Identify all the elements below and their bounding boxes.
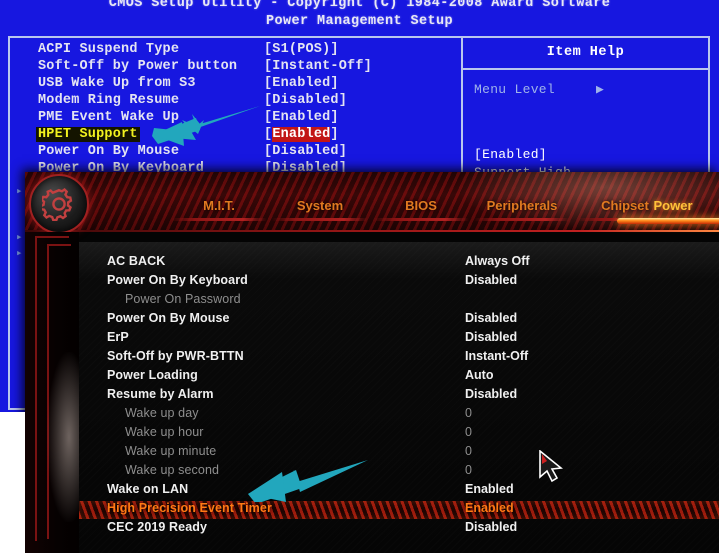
legacy-row-label: PME Event Wake Up [38,110,180,125]
tab-label: System [296,198,344,213]
tab-underline [272,218,368,221]
tab-label: BIOS [405,198,437,213]
page-background-gap [0,412,25,553]
setting-row-power-on-by-keyboard[interactable]: Power On By Keyboard Disabled [79,273,719,291]
setting-row-ac-back[interactable]: AC BACK Always Off [79,254,719,272]
setting-label: Resume by Alarm [107,387,214,401]
legacy-row-label: Soft-Off by Power button [38,59,238,74]
uefi-bios-window: M.I.T. System BIOS Peripherals Chipset P… [25,172,719,553]
chevron-right-icon: ▶ [596,82,605,97]
setting-value: Enabled [465,501,514,515]
mouse-pointer-icon [539,450,563,483]
legacy-row-value: [Enabled] [264,76,339,91]
setting-value: Instant-Off [465,349,529,363]
tab-system[interactable]: System [272,198,368,224]
setting-value: 0 [465,406,472,420]
setting-value: Disabled [465,311,518,325]
legacy-row-label: HPET Support [36,127,140,142]
setting-label: CEC 2019 Ready [107,520,208,534]
legacy-row-value: [Enabled] [264,110,339,125]
setting-label: Wake up second [125,463,220,477]
setting-row-wake-up-second[interactable]: Wake up second 0 [79,463,719,481]
uefi-settings-panel: AC BACK Always Off Power On By Keyboard … [79,242,719,553]
legacy-row-label: Modem Ring Resume [38,93,180,108]
tab-power[interactable]: Power [617,198,719,224]
setting-label: Wake up minute [125,444,217,458]
tab-label: Power [653,198,693,213]
setting-value: 0 [465,425,472,439]
legacy-row-label: USB Wake Up from S3 [38,76,196,91]
tab-peripherals[interactable]: Peripherals [474,198,570,224]
setting-row-soft-off-by-pwr-bttn[interactable]: Soft-Off by PWR-BTTN Instant-Off [79,349,719,367]
setting-value: 0 [465,444,472,458]
setting-row-erp[interactable]: ErP Disabled [79,330,719,348]
tab-underline [474,218,570,221]
setting-value: Disabled [465,273,518,287]
chevron-right-icon: ▸ [16,248,23,260]
screenshot-root: CMOS Setup Utility - Copyright (C) 1984-… [0,0,719,553]
setting-row-high-precision-event-timer[interactable]: High Precision Event Timer Enabled [79,501,719,519]
legacy-bios-menu-level-label: Menu Level [474,82,556,97]
setting-label: Wake on LAN [107,482,189,496]
legacy-row-label: ACPI Suspend Type [38,42,180,57]
uefi-left-rail [25,232,91,553]
setting-row-wake-on-lan[interactable]: Wake on LAN Enabled [79,482,719,500]
legacy-row-value: [Instant-Off] [264,59,372,74]
setting-value: Disabled [465,330,518,344]
legacy-row-value: [Disabled] [264,93,348,108]
setting-label: Power On By Keyboard [107,273,248,287]
tab-underline [373,218,469,221]
setting-label: AC BACK [107,254,166,268]
legacy-bios-title-line2: Power Management Setup [265,14,454,29]
setting-value: Disabled [465,387,518,401]
tab-label: M.I.T. [203,198,235,213]
setting-value: Auto [465,368,494,382]
setting-row-wake-up-minute[interactable]: Wake up minute 0 [79,444,719,462]
setting-row-power-loading[interactable]: Power Loading Auto [79,368,719,386]
setting-label: Soft-Off by PWR-BTTN [107,349,244,363]
setting-value: Disabled [465,520,518,534]
chevron-right-icon: ▸ [16,232,23,244]
setting-value: 0 [465,463,472,477]
setting-label: Power Loading [107,368,198,382]
tab-underline [617,218,719,224]
legacy-row-label: Power On By Mouse [38,144,180,159]
setting-row-power-on-password[interactable]: Power On Password [79,292,719,310]
legacy-row-value-text: Enabled [272,127,331,142]
legacy-row-value: [S1(POS)] [264,42,339,57]
legacy-bios-help-value: [Enabled] [474,147,547,162]
legacy-row-value: [Disabled] [264,144,348,159]
chevron-right-icon: ▸ [16,186,23,198]
uefi-top-bar-rule [25,230,719,232]
gear-icon-glyph [42,187,73,221]
setting-value: Enabled [465,482,514,496]
legacy-row-value: [Enabled] [264,127,339,142]
gear-icon[interactable] [29,174,89,234]
setting-label: Wake up day [125,406,199,420]
setting-label: Wake up hour [125,425,204,439]
setting-row-cec-2019-ready[interactable]: CEC 2019 Ready Disabled [79,520,719,538]
rail-line [47,244,49,539]
setting-label: Power On By Mouse [107,311,230,325]
setting-row-wake-up-hour[interactable]: Wake up hour 0 [79,425,719,443]
setting-label: Power On Password [125,292,241,306]
rail-line [47,244,71,246]
tab-label: Peripherals [486,198,558,213]
legacy-bios-title-line1: CMOS Setup Utility - Copyright (C) 1984-… [108,0,611,11]
setting-row-power-on-by-mouse[interactable]: Power On By Mouse Disabled [79,311,719,329]
setting-row-resume-by-alarm[interactable]: Resume by Alarm Disabled [79,387,719,405]
setting-label: High Precision Event Timer [107,501,272,515]
legacy-bios-item-help-rule [463,68,708,70]
setting-row-wake-up-day[interactable]: Wake up day 0 [79,406,719,424]
legacy-bios-item-help-header: Item Help [546,45,625,60]
tab-underline [171,218,267,221]
rail-line [35,236,69,238]
tab-bios[interactable]: BIOS [373,198,469,224]
setting-value: Always Off [465,254,530,268]
rail-line [35,236,37,541]
tab-mit[interactable]: M.I.T. [171,198,267,224]
setting-label: ErP [107,330,129,344]
